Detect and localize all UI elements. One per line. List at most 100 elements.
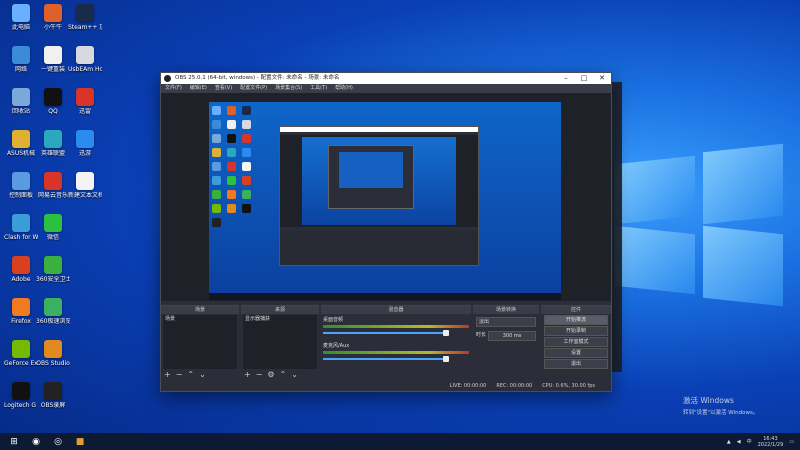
menu-item[interactable]: 编辑(E) <box>190 84 207 93</box>
transition-select[interactable]: 淡出 <box>476 317 536 327</box>
preview-mini-icon <box>242 176 251 185</box>
menu-item[interactable]: 文件(F) <box>165 84 182 93</box>
app-icon <box>12 130 30 148</box>
desktop-icon[interactable]: 迅雷 <box>68 88 102 115</box>
network-icon[interactable]: ▲ <box>727 439 731 445</box>
desktop-icon[interactable]: 一键重装 <box>36 46 70 73</box>
taskbar: ⊞ ◉ ◎ ■ ▲ ◀ 中 16:43 2022/1/29 ▭ <box>0 433 800 450</box>
remove-icon[interactable]: − <box>256 371 263 379</box>
cpu-status: CPU: 0.6%, 30.00 fps <box>542 383 595 389</box>
menu-item[interactable]: 工具(T) <box>310 84 327 93</box>
desktop-icon[interactable]: 新建文本文档 <box>68 172 102 199</box>
desktop-icon[interactable]: QQ <box>36 88 70 115</box>
source-item[interactable]: 显示器捕获 <box>243 315 317 323</box>
preview-mini-icon <box>227 148 236 157</box>
nested-obs-window <box>279 126 479 266</box>
volume-slider[interactable] <box>323 330 449 336</box>
add-icon[interactable]: + <box>164 371 171 379</box>
down-icon[interactable]: ⌄ <box>199 371 206 379</box>
up-icon[interactable]: ⌃ <box>280 371 287 379</box>
desktop-icon[interactable]: 360安全卫士 <box>36 256 70 283</box>
desktop-icon[interactable]: 回收站 <box>4 88 38 115</box>
desktop-icon[interactable]: UsbEAm Hosts Editor <box>68 46 102 73</box>
desktop-icon[interactable]: GeForce Experience <box>4 340 38 367</box>
duration-field[interactable]: 300 ms <box>488 331 536 341</box>
desktop-icon[interactable]: 360极速浏览器 <box>36 298 70 325</box>
preview-mini-icon <box>212 204 221 213</box>
preview-mini-icon <box>227 162 236 171</box>
desktop-icon[interactable]: Clash for Windows <box>4 214 38 241</box>
preview-mini-icon <box>242 134 251 143</box>
obs-titlebar[interactable]: OBS 25.0.1 (64-bit, windows) - 配置文件: 未命名… <box>161 73 611 84</box>
preview-mini-icon <box>242 190 251 199</box>
control-button[interactable]: 工作室模式 <box>544 337 608 347</box>
desktop-icon[interactable]: 小牛牛 <box>36 4 70 31</box>
steam-icon[interactable]: ◉ <box>28 435 44 448</box>
clock[interactable]: 16:43 2022/1/29 <box>758 436 784 448</box>
minimize-icon[interactable]: – <box>557 73 575 84</box>
desktop-icon[interactable]: 网络 <box>4 46 38 73</box>
app-icon <box>12 256 30 274</box>
preview-mini-icon <box>242 120 251 129</box>
volume-icon[interactable]: ◀ <box>737 439 741 445</box>
desktop-icon-label: UsbEAm Hosts Editor <box>68 66 102 73</box>
desktop-icon-label: 360极速浏览器 <box>36 318 70 325</box>
app-icon <box>44 214 62 232</box>
desktop-icon[interactable]: 迅游 <box>68 130 102 157</box>
preview-mini-icon <box>227 106 236 115</box>
volume-slider[interactable] <box>323 356 449 362</box>
menu-item[interactable]: 场景集合(S) <box>275 84 302 93</box>
app-icon <box>12 46 30 64</box>
preview-area[interactable] <box>161 93 611 301</box>
desktop-icon[interactable]: OBS录屏 <box>36 382 70 409</box>
track-name: 麦克风/Aux <box>323 343 350 349</box>
down-icon[interactable]: ⌄ <box>291 371 298 379</box>
remove-icon[interactable]: − <box>176 371 183 379</box>
notification-icon[interactable]: ▭ <box>789 439 794 445</box>
start-icon[interactable]: ⊞ <box>6 435 22 448</box>
close-icon[interactable]: ✕ <box>593 73 611 84</box>
desktop-icon-label: 英雄联盟 <box>40 150 65 157</box>
desktop-icon[interactable]: 此电脑 <box>4 4 38 31</box>
up-icon[interactable]: ⌃ <box>187 371 194 379</box>
obs-window[interactable]: OBS 25.0.1 (64-bit, windows) - 配置文件: 未命名… <box>160 72 612 392</box>
app-icon <box>76 130 94 148</box>
desktop-icon[interactable]: Adobe <box>4 256 38 283</box>
control-button[interactable]: 开始录制 <box>544 326 608 336</box>
desktop-icon[interactable]: Logitech G HUB <box>4 382 38 409</box>
desktop-icon[interactable]: OBS Studio <box>36 340 70 367</box>
control-button[interactable]: 开始推流 <box>544 315 608 325</box>
menu-item[interactable]: 查看(V) <box>215 84 232 93</box>
language-indicator[interactable]: 中 <box>747 438 752 445</box>
desktop-icon[interactable]: Firefox <box>4 298 38 325</box>
app-icon <box>12 214 30 232</box>
app-icon <box>76 88 94 106</box>
menu-item[interactable]: 配置文件(P) <box>240 84 267 93</box>
preview-mini-icon <box>227 176 236 185</box>
desktop-icon-label: Firefox <box>11 318 31 325</box>
preview-mini-icon <box>212 134 221 143</box>
desktop-icon[interactable]: ASUS机械 <box>4 130 38 157</box>
maximize-icon[interactable]: □ <box>575 73 593 84</box>
desktop-icon-label: Logitech G HUB <box>4 402 38 409</box>
obs-taskbar-icon[interactable]: ◎ <box>50 435 66 448</box>
gear-icon[interactable]: ⚙ <box>267 371 274 379</box>
scene-item[interactable]: 场景 <box>163 315 237 323</box>
add-icon[interactable]: + <box>244 371 251 379</box>
desktop-icon[interactable]: 英雄联盟 <box>36 130 70 157</box>
preview-screen <box>209 102 561 300</box>
desktop-icon-label: OBS Studio <box>36 360 70 367</box>
controls-dock: 控件 开始推流 开始录制 工作室模式 设置 退出 <box>541 305 611 381</box>
watermark-subtitle: 转到"设置"以激活 Windows。 <box>683 410 759 416</box>
app-taskbar-icon[interactable]: ■ <box>72 435 88 448</box>
app-icon <box>44 130 62 148</box>
volume-meter <box>323 325 469 328</box>
control-button[interactable]: 退出 <box>544 359 608 369</box>
desktop-icon[interactable]: 网易云音乐 <box>36 172 70 199</box>
menu-item[interactable]: 帮助(H) <box>335 84 353 93</box>
desktop-icon[interactable]: 微信 <box>36 214 70 241</box>
control-button[interactable]: 设置 <box>544 348 608 358</box>
sources-dock: 来源 显示器捕获 + − ⚙ ⌃ ⌄ <box>241 305 319 381</box>
desktop-icon[interactable]: 控制面板 <box>4 172 38 199</box>
desktop-icon[interactable]: Steam++ 加速 <box>68 4 102 31</box>
